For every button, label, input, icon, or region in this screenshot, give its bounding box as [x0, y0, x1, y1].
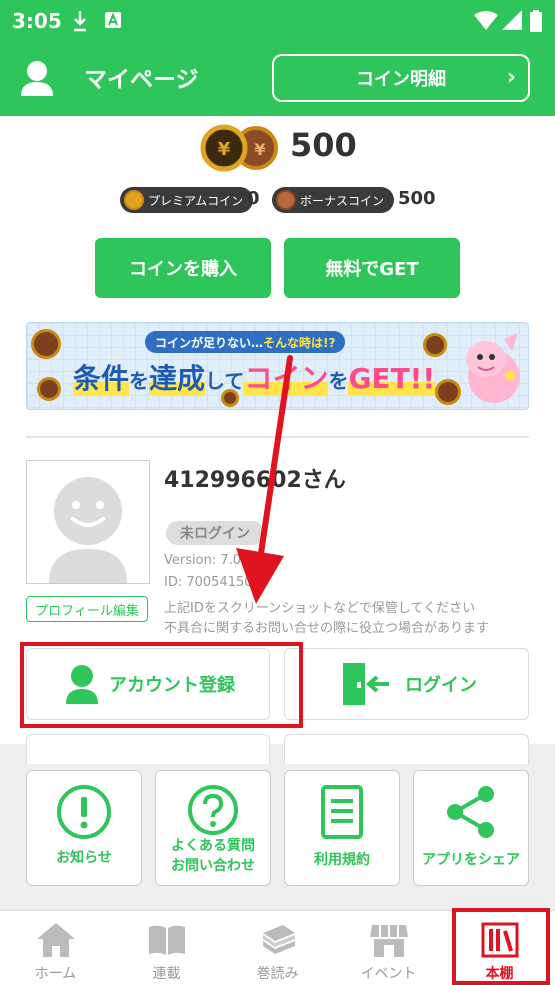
profile-image[interactable] [26, 460, 150, 584]
page-title: マイページ [84, 67, 199, 93]
bonus-coin-value: 500 [398, 188, 436, 209]
nav-home-label: ホーム [34, 966, 77, 982]
share-icon [447, 786, 494, 838]
banner-pill: コインが足りない… そんな時は!? [145, 331, 346, 353]
document-icon [321, 785, 363, 839]
coin-detail-button[interactable]: コイン明細 › [272, 54, 530, 102]
get-free-coins-button[interactable]: 無料でGET [284, 238, 460, 298]
chevron-right-icon: › [506, 65, 516, 90]
user-avatar-icon[interactable] [20, 60, 54, 96]
tile-terms[interactable]: 利用規約 [284, 770, 400, 886]
nav-events[interactable]: イベント [333, 911, 444, 985]
premium-coin-icon [124, 190, 144, 210]
user-name: 412996602さん [164, 468, 346, 493]
tile-notices-label: お知らせ [56, 850, 112, 866]
tile-share-app[interactable]: アプリをシェア [413, 770, 529, 886]
nav-serial-label: 連載 [152, 966, 181, 982]
tile-faq-contact[interactable]: よくある質問 お問い合わせ [155, 770, 271, 886]
premium-coin-badge: プレミアムコイン [120, 187, 254, 213]
tile-share-label: アプリをシェア [422, 852, 520, 868]
shop-awning-icon [370, 925, 408, 957]
nav-home[interactable]: ホーム [0, 911, 111, 985]
section-divider [26, 436, 529, 438]
signal-icon [502, 10, 522, 30]
login-door-icon [343, 663, 389, 705]
banner-headline: 条件を達成してコインをGET!! [73, 362, 436, 395]
premium-coin-label: プレミアムコイン [148, 193, 244, 208]
id-note-line-2: 不具合に関するお問い合せの際に役立つ場合があります [164, 621, 490, 636]
tile-faq-label: よくある質問 [171, 838, 255, 854]
svg-text:¥: ¥ [218, 139, 231, 160]
app-version: Version: 7.08.00 [164, 553, 270, 568]
wifi-icon [474, 11, 498, 30]
nav-events-label: イベント [360, 966, 417, 982]
notification-a-icon [105, 12, 121, 28]
status-bar: 3:05 [0, 0, 555, 44]
book-stack-icon [263, 925, 295, 954]
coin-decoration-icon [31, 329, 61, 359]
coin-stack-icon: ¥ ¥ [200, 124, 278, 172]
login-button[interactable]: ログイン [284, 648, 529, 720]
bonus-coin-badge: ボーナスコイン [272, 187, 395, 213]
earn-coins-banner[interactable]: コインが足りない… そんな時は!? 条件を達成してコインをGET!! [26, 322, 529, 410]
login-status-badge: 未ログイン [166, 521, 264, 545]
coin-decoration-icon [37, 377, 61, 401]
app-header: マイページ コイン明細 › [0, 44, 555, 116]
coin-detail-label: コイン明細 [356, 69, 446, 90]
bonus-coin-label: ボーナスコイン [300, 193, 385, 208]
home-icon [37, 923, 75, 957]
coin-decoration-icon [435, 379, 461, 405]
id-note-line-1: 上記IDをスクリーンショットなどで保管してください [164, 601, 476, 616]
book-open-icon [149, 925, 185, 955]
nav-volumes-label: 巻読み [256, 966, 299, 982]
svg-text:¥: ¥ [254, 140, 265, 159]
status-time: 3:05 [12, 9, 62, 33]
profile-edit-button[interactable]: プロフィール編集 [26, 596, 148, 622]
login-label: ログイン [405, 675, 477, 696]
tile-terms-label: 利用規約 [314, 852, 370, 868]
hidden-card-edge [284, 734, 529, 764]
banner-pill-text: コインが足りない… [155, 335, 264, 350]
question-circle-icon [188, 785, 238, 835]
user-id: ID: 70054150 [164, 575, 253, 590]
hidden-card-edge [26, 734, 270, 764]
tile-notices[interactable]: お知らせ [26, 770, 142, 886]
coin-total: 500 [290, 126, 357, 164]
annotation-highlight-box [452, 908, 550, 985]
premium-coin-value: 0 [247, 188, 260, 209]
coin-decoration-icon [423, 333, 447, 357]
buy-coins-button[interactable]: コインを購入 [95, 238, 271, 298]
tile-contact-label: お問い合わせ [171, 858, 255, 874]
mascot-illustration [466, 333, 520, 403]
exclamation-circle-icon [57, 785, 111, 839]
battery-icon [530, 10, 542, 32]
bonus-coin-icon [276, 190, 296, 210]
default-avatar-icon [49, 477, 127, 583]
banner-pill-highlight: そんな時は!? [263, 335, 336, 350]
nav-serial[interactable]: 連載 [111, 911, 222, 985]
download-icon [74, 11, 86, 32]
annotation-highlight-box [20, 642, 303, 728]
nav-volumes[interactable]: 巻読み [222, 911, 333, 985]
